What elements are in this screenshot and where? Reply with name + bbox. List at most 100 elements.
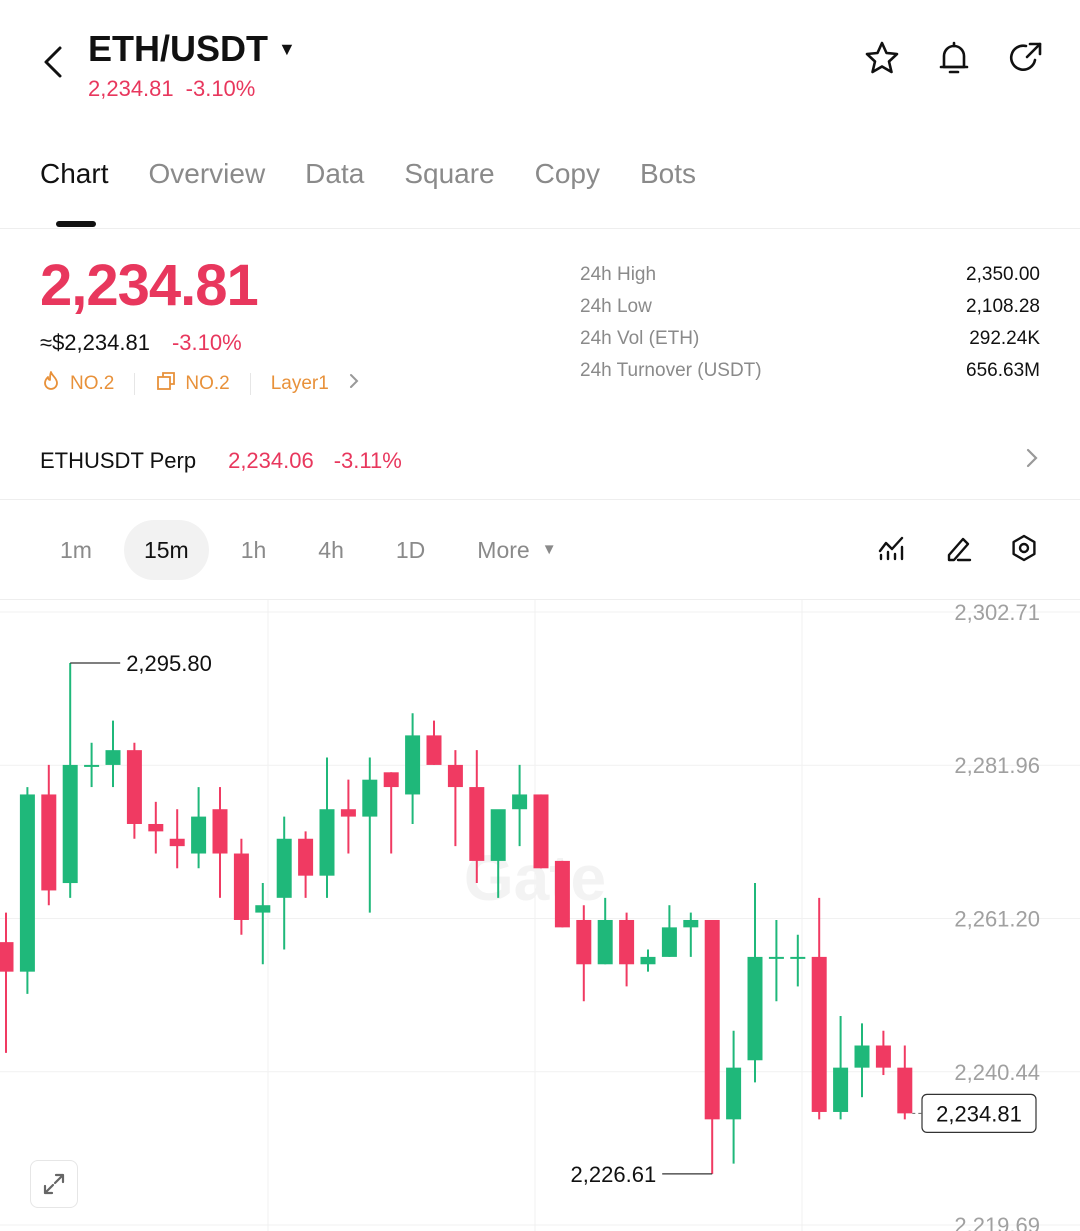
candle-body <box>726 1067 742 1120</box>
perp-name: ETHUSDT Perp <box>40 448 197 473</box>
candle <box>126 742 142 839</box>
candle <box>447 750 463 847</box>
stat-value: 2,108.28 <box>966 296 1040 317</box>
candle-body <box>383 772 399 788</box>
interval-4h[interactable]: 4h <box>298 520 364 580</box>
draw-icon[interactable] <box>940 530 976 566</box>
candle-body <box>576 919 592 965</box>
candle <box>191 787 207 869</box>
candle-body <box>276 838 292 898</box>
candle-body <box>854 1045 870 1068</box>
last-price-label: 2,234.81 <box>936 1101 1022 1126</box>
price-change: -3.10% <box>171 330 242 355</box>
tag-rank-sector[interactable]: NO.2 <box>155 370 230 398</box>
interval-1d[interactable]: 1D <box>376 520 445 580</box>
candle <box>875 1030 891 1076</box>
interval-more-dropdown[interactable]: More ▼ <box>457 520 576 580</box>
tabs-divider <box>0 228 1080 229</box>
candle <box>62 663 78 898</box>
candle-body <box>704 919 720 1120</box>
caret-down-icon: ▼ <box>278 38 296 59</box>
tab-chart[interactable]: Chart <box>40 158 108 228</box>
candle-body <box>319 809 335 876</box>
tab-copy[interactable]: Copy <box>535 158 600 228</box>
candle-body <box>640 956 656 965</box>
tag-rank-hot[interactable]: NO.2 <box>40 370 114 398</box>
star-icon[interactable] <box>864 40 900 76</box>
interval-15m[interactable]: 15m <box>123 520 209 580</box>
candle-body <box>148 823 164 832</box>
candle-body <box>790 956 806 959</box>
candlestick-chart[interactable]: Gate 2,302.712,281.962,261.202,240.442,2… <box>0 600 1080 1231</box>
candle <box>683 912 699 957</box>
usd-price: ≈$2,234.81 <box>40 330 150 355</box>
candle-body <box>897 1067 913 1114</box>
stat-turnover: 24h Turnover (USDT) 656.63M <box>580 360 1040 392</box>
candle <box>148 801 164 854</box>
candle-body <box>447 764 463 788</box>
last-price: 2,234.81 <box>40 253 259 318</box>
pair-selector[interactable]: ETH/USDT ▼ <box>88 28 296 70</box>
candle <box>405 713 421 824</box>
candle-body <box>833 1067 849 1112</box>
stat-value: 656.63M <box>966 360 1040 381</box>
tab-square[interactable]: Square <box>404 158 494 228</box>
candle-body <box>619 919 635 965</box>
y-tick-label: 2,302.71 <box>954 600 1040 625</box>
tab-data[interactable]: Data <box>305 158 364 228</box>
candle-body <box>533 794 549 869</box>
cube-icon <box>155 370 177 398</box>
low-marker-label: 2,226.61 <box>571 1162 657 1187</box>
candle-body <box>19 794 35 972</box>
candle-body <box>597 919 613 965</box>
perp-link-row[interactable]: ETHUSDT Perp 2,234.06 -3.11% <box>40 446 1040 476</box>
candle <box>426 720 442 765</box>
tab-overview[interactable]: Overview <box>148 158 265 228</box>
chevron-right-icon <box>1024 446 1040 476</box>
header-price: 2,234.81 <box>88 76 174 101</box>
tag-label: NO.2 <box>70 373 115 394</box>
candle <box>747 883 763 1083</box>
candle <box>833 1015 849 1120</box>
header: ETH/USDT ▼ 2,234.81 -3.10% <box>0 0 1080 125</box>
stats-panel: 24h High 2,350.00 24h Low 2,108.28 24h V… <box>580 264 1040 392</box>
interval-1m[interactable]: 1m <box>40 520 112 580</box>
candle <box>811 897 827 1120</box>
indicator-icon[interactable] <box>874 530 910 566</box>
candle-body <box>768 956 784 959</box>
candle-body <box>683 919 699 928</box>
perp-change: -3.11% <box>333 448 402 473</box>
perp-divider <box>0 499 1080 500</box>
back-icon[interactable] <box>32 40 76 84</box>
stat-high: 24h High 2,350.00 <box>580 264 1040 296</box>
tag-label: NO.2 <box>185 373 230 394</box>
tab-bots[interactable]: Bots <box>640 158 696 228</box>
candle <box>298 831 314 898</box>
tag-divider <box>249 373 251 395</box>
candle-body <box>340 809 356 817</box>
candle <box>576 905 592 1002</box>
expand-icon[interactable] <box>30 1160 78 1208</box>
candle <box>212 787 228 898</box>
settings-icon[interactable] <box>1006 530 1042 566</box>
tag-layer1[interactable]: Layer1 <box>271 372 361 396</box>
candle <box>169 809 185 869</box>
candle-body <box>426 735 442 765</box>
stat-label: 24h Low <box>580 296 652 317</box>
bell-icon[interactable] <box>936 40 972 76</box>
y-tick-label: 2,219.69 <box>954 1213 1040 1231</box>
candle-body <box>490 809 506 861</box>
more-label: More <box>477 537 530 563</box>
candle-body <box>298 838 314 876</box>
interval-1h[interactable]: 1h <box>221 520 287 580</box>
candle-body <box>169 838 185 847</box>
stat-label: 24h Turnover (USDT) <box>580 360 762 381</box>
candle-body <box>233 853 249 920</box>
candle-body <box>212 809 228 854</box>
tab-bar: Chart Overview Data Square Copy Bots <box>40 158 696 228</box>
flame-icon <box>40 370 62 398</box>
y-tick-label: 2,261.20 <box>954 907 1040 932</box>
share-icon[interactable] <box>1008 40 1044 76</box>
candle-body <box>661 927 677 957</box>
candle-body <box>0 942 14 972</box>
